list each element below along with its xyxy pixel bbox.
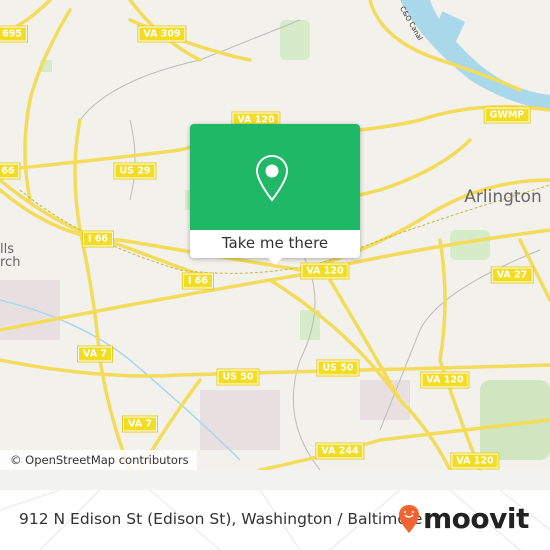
address-text: 912 N Edison St (Edison St), Washington … — [19, 510, 423, 528]
route-shield: VA 120 — [450, 452, 500, 470]
map-pin-icon — [255, 154, 289, 202]
route-shield: I 66 — [181, 272, 215, 290]
map[interactable]: 695 VA 309 VA 120 GWMP 66 US 29 I 66 I 6… — [0, 0, 550, 470]
brand-name: moovit — [423, 502, 529, 535]
route-shield: US 50 — [316, 359, 360, 377]
popup-header — [190, 124, 360, 230]
route-shield: VA 120 — [420, 371, 470, 389]
route-shield: VA 120 — [300, 262, 350, 280]
route-shield: VA 7 — [77, 345, 113, 363]
route-shield: I 66 — [81, 230, 115, 248]
route-shield: GWMP — [483, 106, 531, 124]
route-shield: US 29 — [113, 162, 157, 180]
location-popup: Take me there — [190, 124, 360, 265]
place-label-falls-church: lls rch — [0, 242, 21, 270]
take-me-there-button[interactable]: Take me there — [190, 230, 360, 258]
place-label-arlington: Arlington — [464, 187, 542, 207]
map-attribution[interactable]: © OpenStreetMap contributors — [0, 450, 197, 470]
route-shield: VA 27 — [490, 266, 534, 284]
moovit-logo[interactable]: moovit — [398, 502, 529, 535]
route-shield: VA 244 — [315, 442, 365, 460]
route-shield: VA 309 — [137, 25, 187, 43]
route-shield: US 50 — [216, 368, 260, 386]
route-shield: 66 — [0, 162, 21, 180]
moovit-pin-icon — [399, 504, 419, 533]
route-shield: VA 7 — [122, 415, 158, 433]
popup-pointer — [268, 258, 282, 265]
footer: 912 N Edison St (Edison St), Washington … — [0, 490, 550, 550]
route-shield: 695 — [0, 25, 28, 43]
